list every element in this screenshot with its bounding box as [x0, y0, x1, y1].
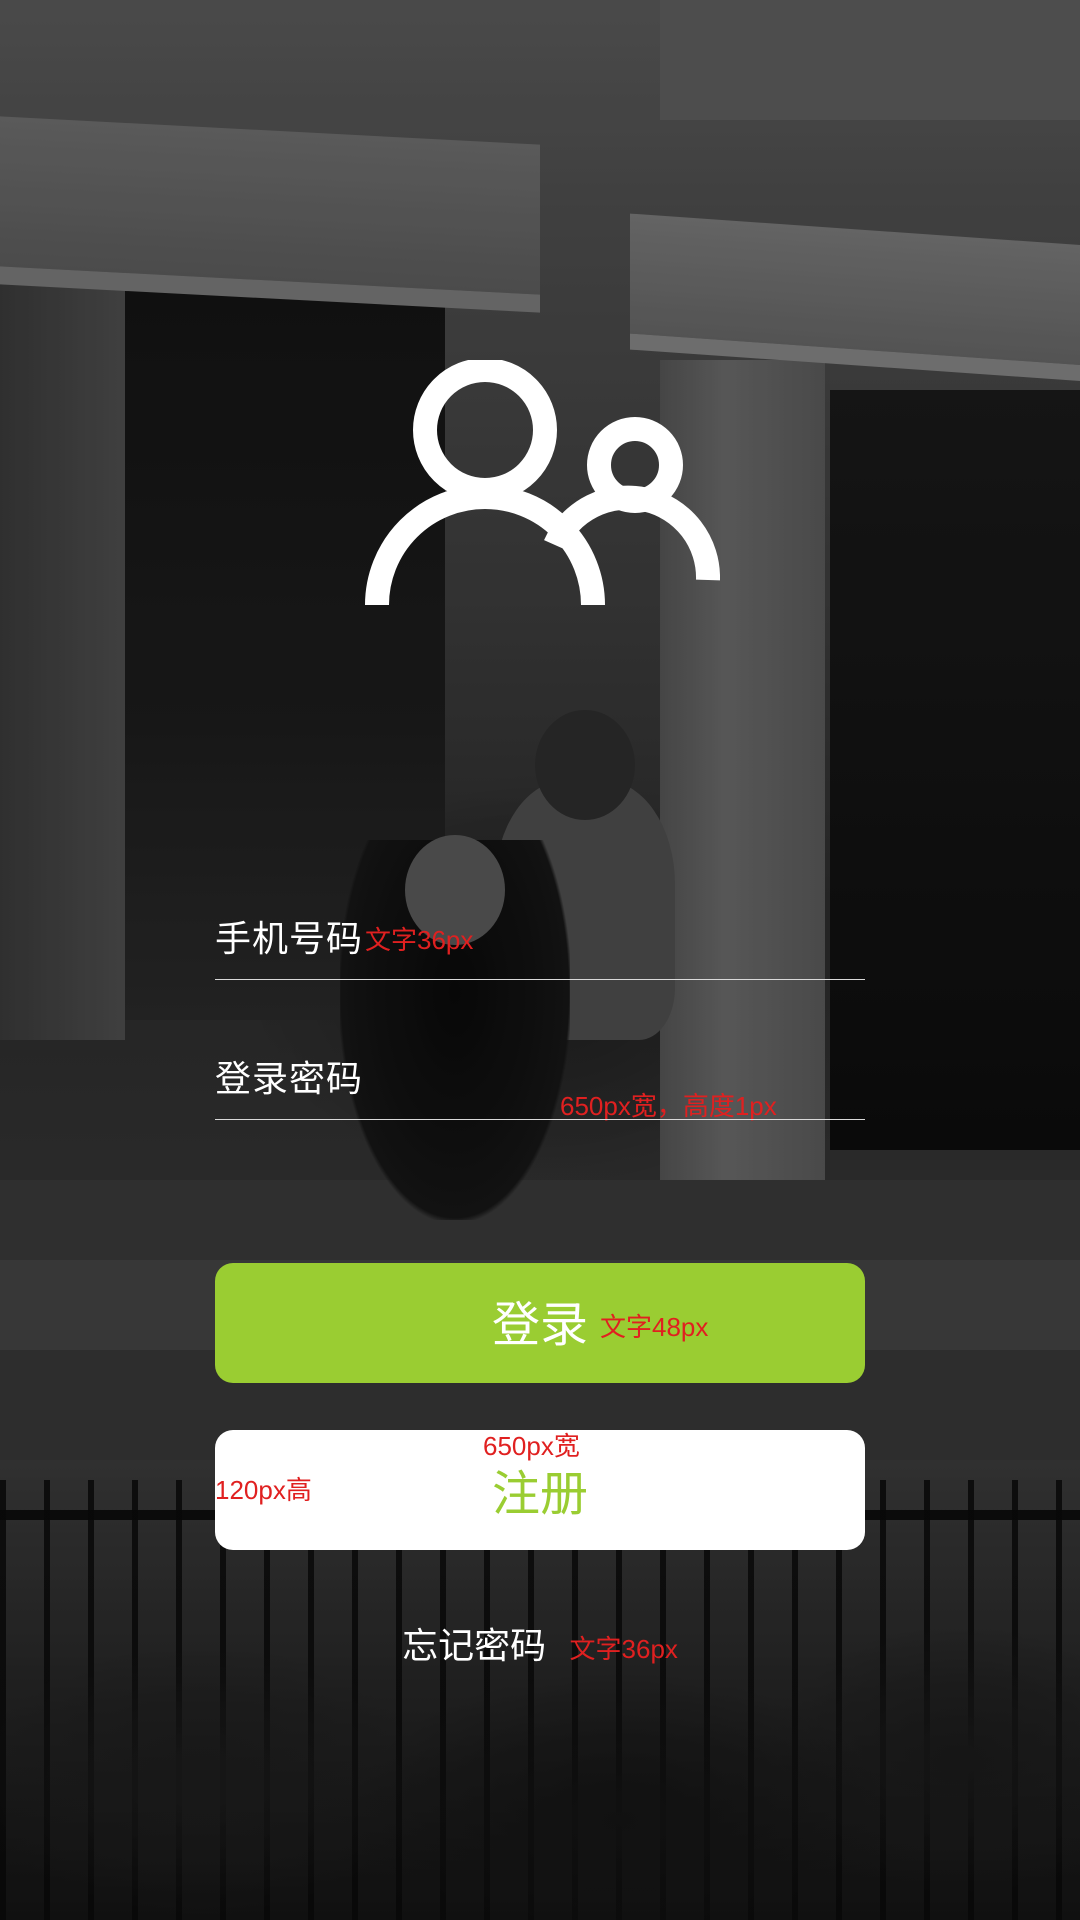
annotation-button-width: 650px宽	[483, 1431, 580, 1461]
annotation-text-size: 文字36px	[365, 925, 474, 955]
login-button[interactable]: 登录 文字48px	[215, 1263, 865, 1383]
login-button-label: 登录	[491, 1297, 588, 1353]
phone-number-field[interactable]: 手机号码 文字36px	[215, 880, 865, 980]
annotation-button-text-size: 文字48px	[600, 1312, 709, 1342]
annotation-underline-size: 650px宽，高度1px	[560, 1091, 777, 1121]
register-button[interactable]: 650px宽 120px高 注册	[215, 1430, 865, 1550]
annotation-link-text-size: 文字36px	[569, 1634, 678, 1664]
password-label: 登录密码	[215, 1059, 364, 1100]
users-icon	[365, 360, 720, 606]
password-field[interactable]: 登录密码 650px宽，高度1px	[215, 1020, 865, 1121]
register-button-label: 注册	[491, 1466, 588, 1522]
forgot-password-label: 忘记密码	[402, 1626, 547, 1667]
password-underline	[215, 1119, 865, 1120]
login-screen: 手机号码 文字36px 登录密码 650px宽，高度1px 登录 文字48px …	[0, 0, 1080, 1920]
phone-number-underline	[215, 979, 865, 980]
phone-number-label: 手机号码	[215, 919, 364, 960]
forgot-password-link[interactable]: 忘记密码 文字36px	[0, 1625, 1080, 1669]
